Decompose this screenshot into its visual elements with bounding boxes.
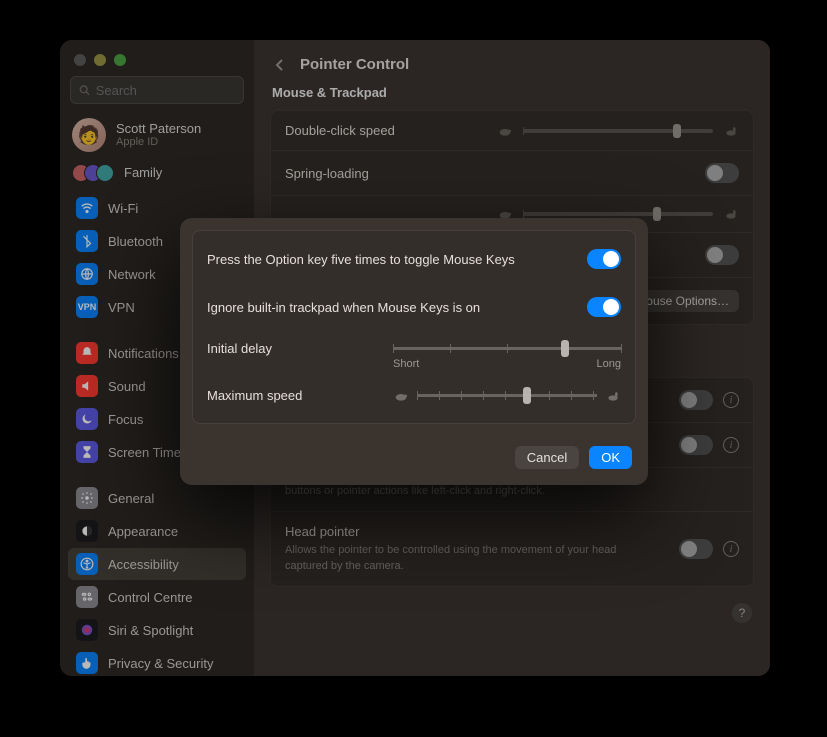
spring-loading-toggle[interactable]	[705, 163, 739, 183]
titlebar: Pointer Control	[254, 40, 770, 81]
initial-delay-slider[interactable]	[393, 347, 621, 350]
info-icon[interactable]: i	[723, 392, 739, 408]
family-row[interactable]: Family	[60, 160, 254, 192]
ignore-trackpad-toggle[interactable]	[587, 297, 621, 317]
sidebar-item-label: Notifications	[108, 346, 179, 361]
double-click-slider[interactable]	[523, 129, 713, 133]
hourglass-icon	[76, 441, 98, 463]
rabbit-icon	[723, 125, 739, 137]
sidebar-item-label: Control Centre	[108, 590, 193, 605]
sidebar-item-label: Screen Time	[108, 445, 181, 460]
vpn-icon: VPN	[76, 296, 98, 318]
sidebar-item-label: Appearance	[108, 524, 178, 539]
option-key-toggle-row: Press the Option key five times to toggl…	[207, 235, 621, 283]
apple-id-row[interactable]: 🧑 Scott Paterson Apple ID	[60, 110, 254, 160]
family-avatars	[72, 164, 114, 182]
control-icon	[76, 586, 98, 608]
sidebar-item-label: General	[108, 491, 154, 506]
sidebar-item-label: Wi-Fi	[108, 201, 138, 216]
alt-desc: buttons or pointer actions like left-cli…	[285, 484, 545, 499]
moon-icon	[76, 408, 98, 430]
alt-toggle-2[interactable]	[679, 435, 713, 455]
gear-icon	[76, 487, 98, 509]
sidebar-item-siri-spotlight[interactable]: Siri & Spotlight	[68, 614, 246, 646]
bluetooth-icon	[76, 230, 98, 252]
ignore-trackpad-label: Ignore built-in trackpad when Mouse Keys…	[207, 300, 480, 315]
rabbit-icon	[605, 390, 621, 402]
avatar: 🧑	[72, 118, 106, 152]
double-click-speed-row: Double-click speed	[271, 111, 753, 151]
appearance-icon	[76, 520, 98, 542]
ignore-trackpad-row: Ignore built-in trackpad when Mouse Keys…	[207, 283, 621, 331]
info-icon[interactable]: i	[723, 437, 739, 453]
accessibility-icon	[76, 553, 98, 575]
turtle-icon	[497, 125, 513, 137]
head-pointer-toggle[interactable]	[679, 539, 713, 559]
network-icon	[76, 263, 98, 285]
sidebar-item-label: Focus	[108, 412, 143, 427]
sidebar-item-label: VPN	[108, 300, 135, 315]
sidebar-item-label: Siri & Spotlight	[108, 623, 193, 638]
sidebar-item-label: Accessibility	[108, 557, 179, 572]
section-header: Mouse & Trackpad	[254, 81, 770, 110]
head-pointer-label: Head pointer	[285, 524, 645, 539]
sidebar-item-label: Sound	[108, 379, 146, 394]
initial-delay-min: Short	[393, 358, 419, 370]
sound-icon	[76, 375, 98, 397]
search-input[interactable]	[96, 83, 235, 98]
bell-icon	[76, 342, 98, 364]
double-click-label: Double-click speed	[285, 123, 395, 138]
rabbit-icon	[723, 208, 739, 220]
mouse-keys-sheet: Press the Option key five times to toggl…	[180, 218, 648, 485]
alt-toggle-1[interactable]	[679, 390, 713, 410]
sidebar-item-general[interactable]: General	[68, 482, 246, 514]
sidebar-item-accessibility[interactable]: Accessibility	[68, 548, 246, 580]
back-button[interactable]	[272, 57, 288, 73]
wifi-icon	[76, 197, 98, 219]
sidebar-item-control-centre[interactable]: Control Centre	[68, 581, 246, 613]
initial-delay-max: Long	[597, 358, 621, 370]
cancel-button[interactable]: Cancel	[515, 446, 579, 469]
option-key-toggle[interactable]	[587, 249, 621, 269]
sidebar-item-label: Bluetooth	[108, 234, 163, 249]
option-key-label: Press the Option key five times to toggl…	[207, 252, 515, 267]
initial-delay-label: Initial delay	[207, 341, 272, 356]
minimize-window-button[interactable]	[94, 54, 106, 66]
info-icon[interactable]: i	[723, 541, 739, 557]
hidden-toggle[interactable]	[705, 245, 739, 265]
user-sub: Apple ID	[116, 136, 201, 148]
ok-button[interactable]: OK	[589, 446, 632, 469]
window-controls	[60, 40, 254, 66]
family-label: Family	[124, 166, 162, 180]
turtle-icon	[393, 390, 409, 402]
spring-loading-slider[interactable]	[523, 212, 713, 216]
page-title: Pointer Control	[300, 56, 409, 73]
spring-loading-label: Spring-loading	[285, 166, 369, 181]
search-field[interactable]	[70, 76, 244, 104]
user-name: Scott Paterson	[116, 122, 201, 136]
search-icon	[79, 84, 90, 96]
sidebar-item-label: Privacy & Security	[108, 656, 213, 671]
hand-icon	[76, 652, 98, 674]
sidebar-item-appearance[interactable]: Appearance	[68, 515, 246, 547]
head-pointer-row: Head pointer Allows the pointer to be co…	[271, 512, 753, 586]
max-speed-row: Maximum speed	[207, 374, 621, 409]
mouse-options-button[interactable]: ouse Options…	[636, 290, 739, 312]
sidebar-item-label: Network	[108, 267, 156, 282]
help-button[interactable]: ?	[732, 603, 752, 623]
spring-loading-row: Spring-loading	[271, 151, 753, 196]
sidebar-item-privacy-security[interactable]: Privacy & Security	[68, 647, 246, 676]
close-window-button[interactable]	[74, 54, 86, 66]
max-speed-slider[interactable]	[417, 394, 597, 397]
initial-delay-row: Initial delay Short Long	[207, 331, 621, 374]
siri-icon	[76, 619, 98, 641]
maximize-window-button[interactable]	[114, 54, 126, 66]
head-pointer-desc: Allows the pointer to be controlled usin…	[285, 543, 645, 574]
max-speed-label: Maximum speed	[207, 388, 302, 403]
